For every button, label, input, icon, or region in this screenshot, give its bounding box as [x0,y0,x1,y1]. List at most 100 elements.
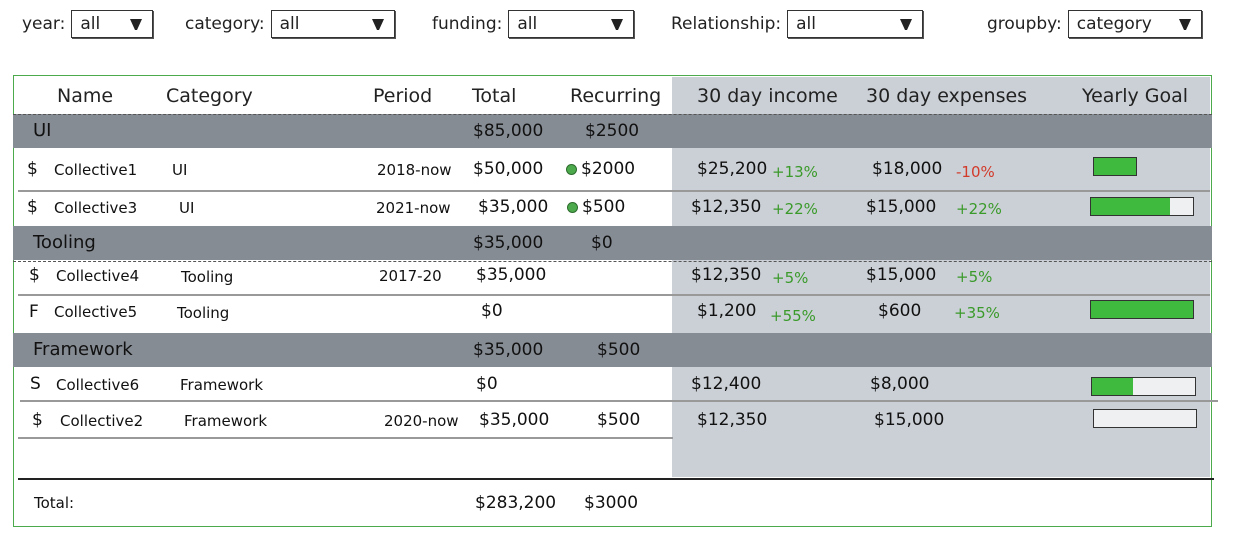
funding-select-value: all [517,14,538,34]
recurring-status-dot [567,201,578,213]
category-filter-label: category: [185,14,265,34]
group-header-framework[interactable]: Framework $35,000 $500 [13,333,1212,367]
row-expenses: $15,000 [866,265,937,285]
row-category: Framework [180,376,264,394]
yearly-goal-bar [1093,157,1137,176]
row-period: 2017-20 [379,267,442,285]
row-income-change: +55% [770,307,816,325]
group-name: Framework [33,339,133,360]
yearly-goal-fill [1094,158,1136,175]
group-name: Tooling [33,232,96,253]
row-income: $1,200 [697,301,757,321]
row-name[interactable]: Collective4 [56,267,139,285]
category-filter: category: all [185,10,395,38]
row-recurring: $500 [597,410,641,430]
year-filter: year: all [22,10,154,38]
row-expenses-change: +22% [956,200,1002,218]
row-recurring: $500 [567,197,625,217]
row-income-change: +22% [772,200,818,218]
funding-icon: $ [27,159,38,179]
column-header-goal[interactable]: Yearly Goal [1082,85,1188,107]
row-period: 2018-now [377,161,452,179]
category-select[interactable]: all [270,10,395,38]
group-name: UI [33,120,52,141]
row-name[interactable]: Collective1 [54,161,137,179]
chevron-down-icon [130,19,143,30]
row-category: Framework [184,412,268,430]
row-income: $12,350 [697,410,768,430]
row-category: UI [172,161,188,179]
year-select-value: all [80,14,101,34]
row-period: 2020-now [384,412,459,430]
row-income-change: +13% [772,163,818,181]
column-header-total[interactable]: Total [472,85,516,107]
row-income: $12,350 [691,265,762,285]
row-name[interactable]: Collective2 [60,412,143,430]
row-income: $25,200 [697,159,768,179]
groupby-select-value: category [1076,14,1152,34]
row-income: $12,350 [691,197,762,217]
chevron-down-icon [1178,19,1191,30]
row-expenses: $8,000 [870,374,930,394]
funding-select[interactable]: all [508,10,635,38]
column-header-income[interactable]: 30 day income [697,85,838,107]
divider [13,114,1212,115]
chevron-down-icon [371,19,384,30]
row-expenses: $18,000 [872,159,943,179]
column-header-recurring[interactable]: Recurring [570,85,661,107]
group-header-tooling[interactable]: Tooling $35,000 $0 [13,226,1212,260]
chevron-down-icon [611,19,624,30]
yearly-goal-bar [1091,377,1196,396]
funding-icon: S [30,374,41,394]
column-header-period[interactable]: Period [373,85,432,107]
column-header-category[interactable]: Category [166,85,253,107]
yearly-goal-fill [1092,378,1134,395]
row-period: 2021-now [376,199,451,217]
column-header-expenses[interactable]: 30 day expenses [866,85,1027,107]
group-recurring: $500 [597,340,641,360]
chevron-down-icon [900,19,913,30]
relationship-filter: Relationship: all [671,10,924,38]
row-total: $50,000 [473,159,544,179]
relationship-filter-label: Relationship: [671,14,782,34]
groupby-filter-label: groupby: [987,14,1062,34]
funding-icon: F [29,302,39,322]
row-total: $35,000 [478,197,549,217]
relationship-select[interactable]: all [787,10,924,38]
groupby-select[interactable]: category [1067,10,1202,38]
row-total: $0 [476,374,498,394]
yearly-goal-bar [1090,300,1194,319]
row-recurring-value: $500 [582,197,626,217]
divider [18,294,1210,296]
row-income-change: +5% [772,269,809,287]
totals-label: Total: [34,494,75,512]
row-total: $35,000 [479,410,550,430]
funding-filter-label: funding: [432,14,503,34]
divider [13,261,1212,262]
divider [18,437,673,439]
row-expenses-change: +5% [956,268,993,286]
row-name[interactable]: Collective3 [54,199,137,217]
row-expenses-change: -10% [956,163,995,181]
group-header-ui[interactable]: UI $85,000 $2500 [13,114,1212,148]
groupby-filter: groupby: category [987,10,1202,38]
yearly-goal-bar [1090,197,1194,216]
row-name[interactable]: Collective5 [54,303,137,321]
group-recurring: $2500 [585,121,640,141]
yearly-goal-fill [1091,198,1170,215]
divider [18,190,1210,192]
row-expenses: $15,000 [874,410,945,430]
column-header-name[interactable]: Name [57,85,113,107]
group-total: $35,000 [473,340,544,360]
row-name[interactable]: Collective6 [56,376,139,394]
year-filter-label: year: [22,14,66,34]
row-recurring: $2000 [566,159,635,179]
row-total: $35,000 [476,265,547,285]
totals-divider [18,478,1214,480]
group-recurring: $0 [591,233,613,253]
row-expenses: $600 [878,301,922,321]
year-select[interactable]: all [71,10,154,38]
row-total: $0 [481,301,503,321]
totals-total: $283,200 [475,493,557,513]
row-category: Tooling [181,268,234,286]
